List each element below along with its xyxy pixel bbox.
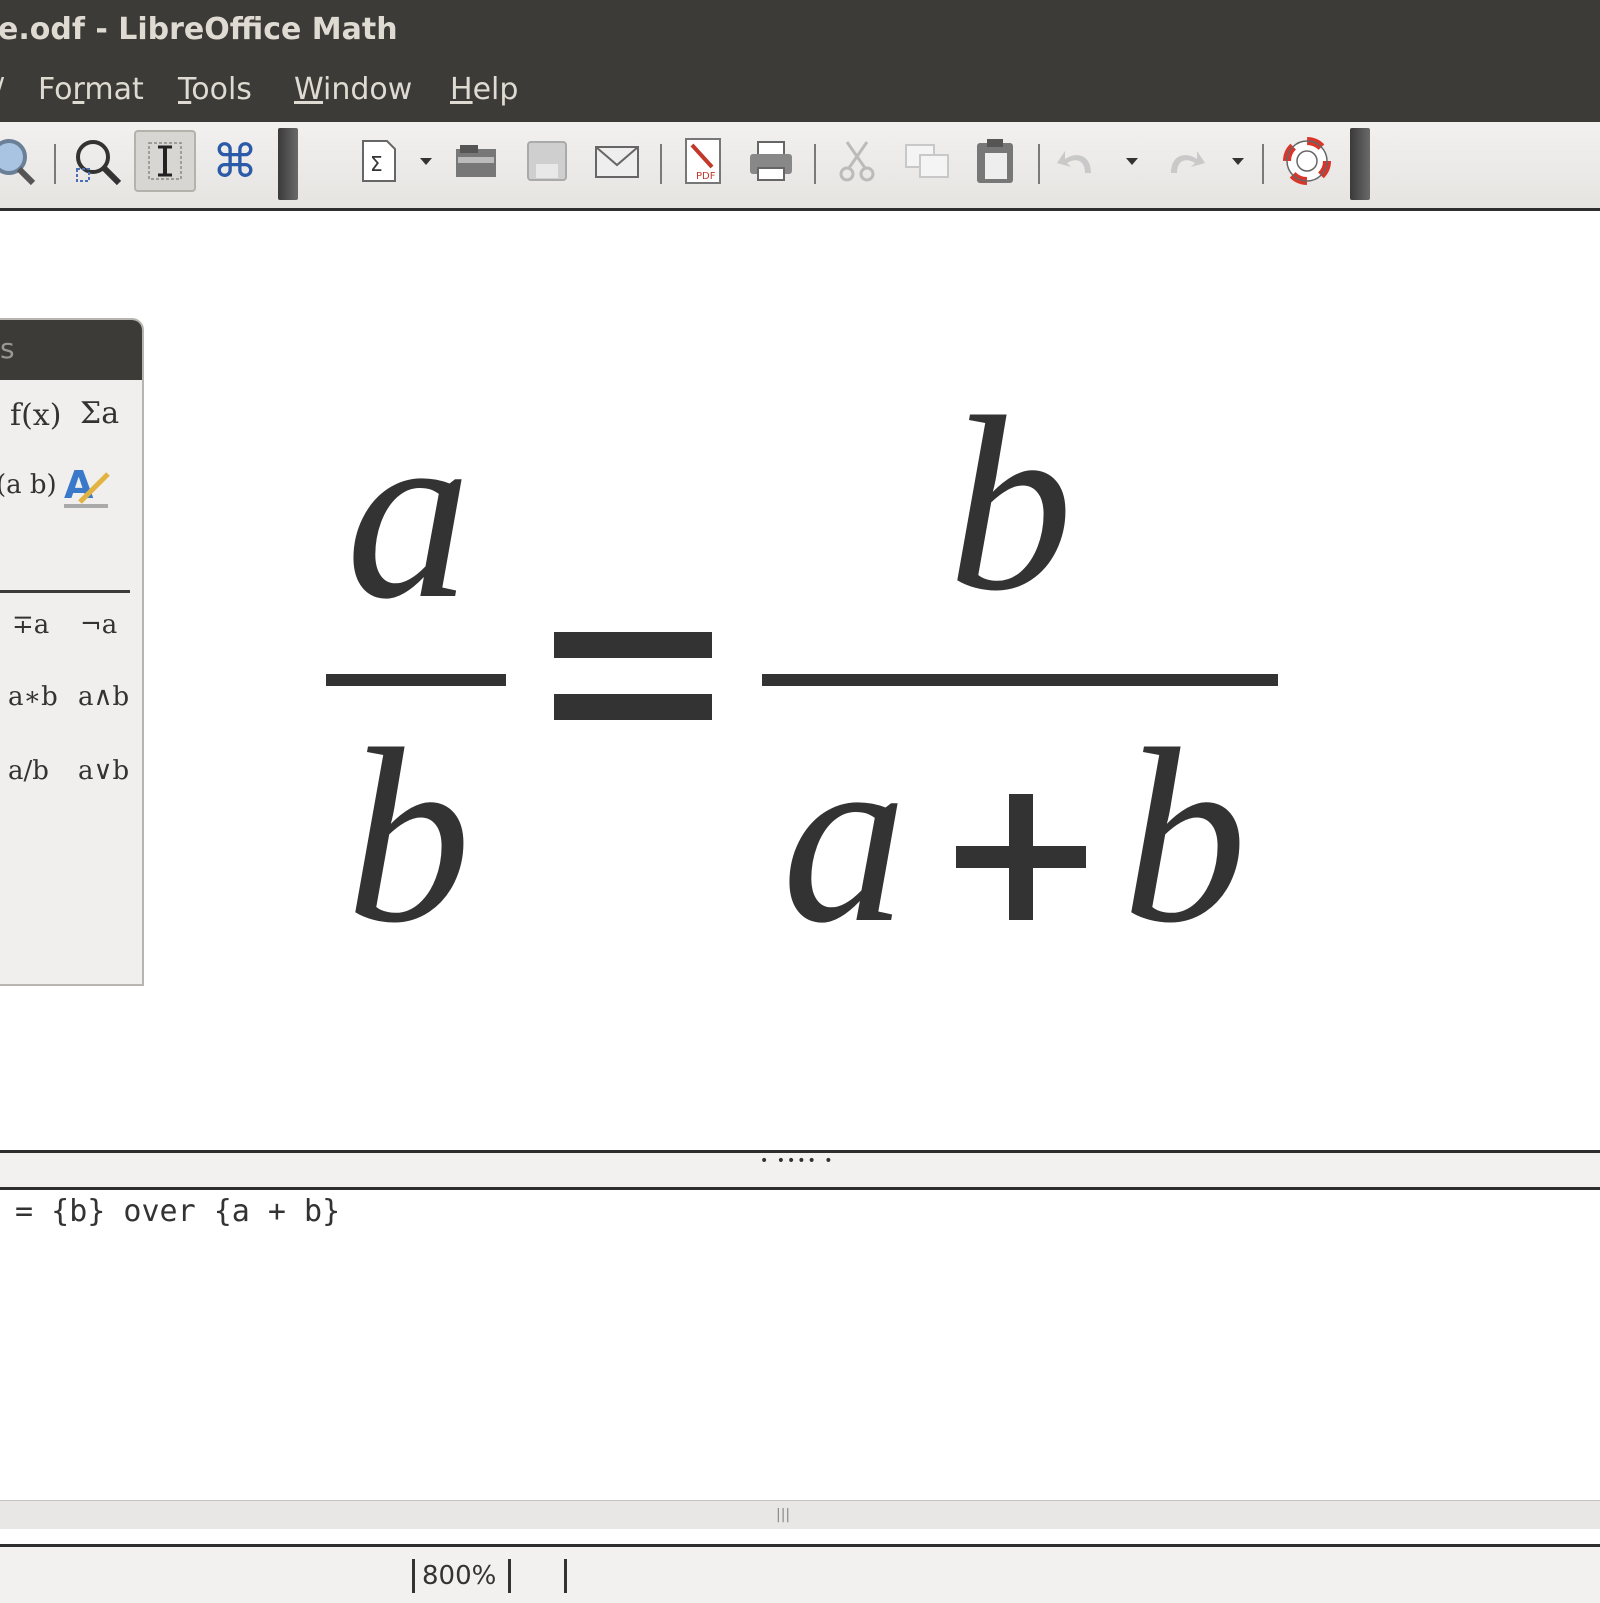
toolbar-separator: [1262, 144, 1264, 184]
menu-tools[interactable]: Tools: [178, 72, 252, 107]
menu-item-partial[interactable]: /: [0, 72, 4, 107]
copy-icon[interactable]: [896, 130, 958, 192]
rhs-denominator-a: a: [782, 698, 907, 975]
status-separator: [508, 1559, 511, 1593]
menu-bar: / Format Tools Window Help: [0, 64, 1600, 122]
chevron-down-icon[interactable]: [1232, 158, 1244, 165]
menu-help[interactable]: Help: [450, 72, 518, 107]
export-pdf-icon[interactable]: PDF: [672, 130, 734, 192]
email-icon[interactable]: [586, 130, 648, 192]
scrollbar-grip[interactable]: |||: [776, 1507, 790, 1523]
toolbar-handle[interactable]: [278, 128, 298, 200]
chevron-down-icon[interactable]: [1126, 158, 1138, 165]
toolbar-separator: [660, 144, 662, 184]
chevron-down-icon[interactable]: [420, 158, 432, 165]
toolbar-handle[interactable]: [1350, 128, 1370, 200]
lhs-numerator: a: [346, 374, 471, 651]
zoom-icon[interactable]: [0, 130, 42, 192]
status-separator: [412, 1559, 415, 1593]
zoom-search-icon[interactable]: [66, 130, 128, 192]
menu-format[interactable]: Format: [38, 72, 144, 107]
formula-view[interactable]: a b b a b: [0, 212, 1600, 1142]
save-icon[interactable]: [516, 130, 578, 192]
help-lifebuoy-icon[interactable]: [1276, 130, 1338, 192]
command-icon[interactable]: ⌘: [204, 130, 266, 192]
view-splitter[interactable]: • •••• •: [0, 1150, 1600, 1190]
splitter-grip: • •••• •: [760, 1153, 835, 1169]
svg-text:Σ: Σ: [370, 152, 383, 176]
toolbar-separator: [814, 144, 816, 184]
toolbar-separator: [54, 144, 56, 184]
zoom-level[interactable]: 800%: [422, 1561, 496, 1591]
toolbar-separator: [1038, 144, 1040, 184]
plus-sign-vertical: [1009, 794, 1033, 920]
svg-text:PDF: PDF: [696, 171, 716, 182]
title-bar: e.odf - LibreOffice Math: [0, 0, 1600, 64]
status-bar: 800%: [0, 1544, 1600, 1603]
standard-toolbar: ⌘ Σ PDF: [0, 122, 1600, 211]
equals-sign-bottom: [554, 694, 712, 720]
menu-window[interactable]: Window: [294, 72, 412, 107]
open-folder-icon[interactable]: [446, 130, 508, 192]
rhs-numerator: b: [948, 366, 1073, 643]
editor-text[interactable]: = {b} over {a + b}: [0, 1194, 340, 1229]
lhs-denominator: b: [346, 698, 471, 975]
lhs-fraction-bar: [326, 674, 506, 686]
horizontal-scrollbar[interactable]: |||: [0, 1500, 1600, 1529]
print-icon[interactable]: [740, 130, 802, 192]
cut-icon[interactable]: [826, 130, 888, 192]
insert-formula-icon[interactable]: Σ: [346, 130, 408, 192]
rhs-denominator-b: b: [1122, 698, 1247, 975]
undo-icon[interactable]: [1046, 130, 1108, 192]
status-separator: [564, 1559, 567, 1593]
redo-icon[interactable]: [1154, 130, 1216, 192]
paste-icon[interactable]: [964, 130, 1026, 192]
command-editor[interactable]: = {b} over {a + b}: [0, 1190, 1600, 1500]
rhs-fraction-bar: [762, 674, 1278, 686]
window-title: e.odf - LibreOffice Math: [0, 12, 398, 47]
equals-sign-top: [554, 632, 712, 658]
text-cursor-icon[interactable]: [134, 130, 196, 192]
